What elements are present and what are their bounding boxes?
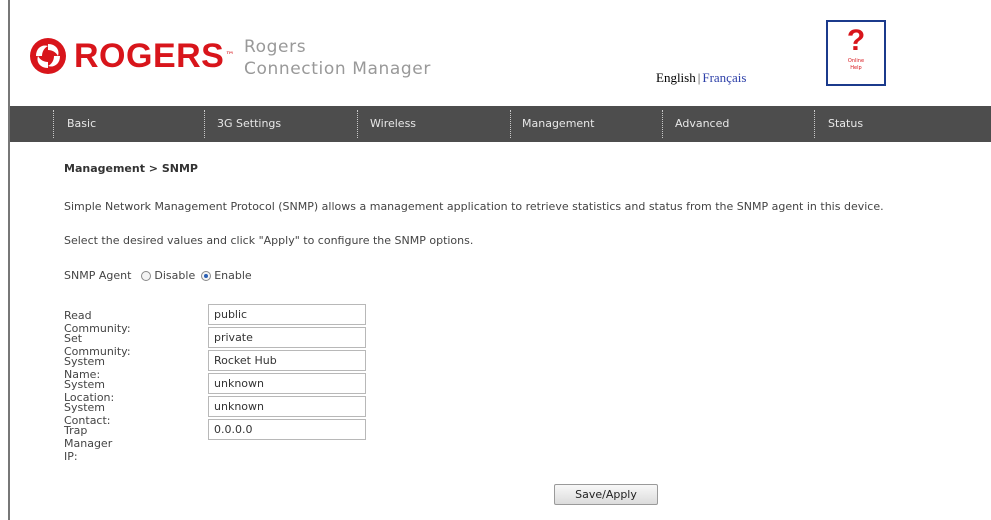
lang-french-link[interactable]: Français — [702, 70, 746, 85]
set-community-input[interactable] — [208, 327, 366, 348]
nav-separator — [53, 110, 55, 138]
header: ROGERS ™ Rogers Connection Manager Englis… — [10, 0, 991, 100]
product-name: Rogers Connection Manager — [244, 36, 431, 80]
save-apply-button[interactable]: Save/Apply — [554, 484, 658, 505]
nav-item-basic[interactable]: Basic — [67, 106, 96, 142]
brand-name: ROGERS — [74, 37, 225, 75]
help-label-line2: Help — [850, 65, 862, 71]
nav-separator — [357, 110, 359, 138]
product-name-line1: Rogers — [244, 37, 307, 57]
snmp-agent-row: SNMP Agent Disable Enable — [64, 269, 258, 282]
help-question-icon: ? — [846, 24, 866, 57]
nav-item-3g-settings[interactable]: 3G Settings — [217, 106, 281, 142]
nav-separator — [662, 110, 664, 138]
page-title: Management > SNMP — [64, 162, 198, 175]
language-switcher: English | Français — [656, 70, 746, 86]
trap-manager-ip-label: Trap Manager IP: — [64, 424, 113, 463]
nav-separator — [204, 110, 206, 138]
nav-item-wireless[interactable]: Wireless — [370, 106, 416, 142]
online-help-button[interactable]: ? Online Help — [826, 20, 886, 86]
rogers-logo[interactable]: ROGERS ™ — [28, 36, 234, 76]
help-label-line1: Online — [847, 58, 865, 64]
snmp-enable-label[interactable]: Enable — [214, 269, 251, 282]
main-nav: Basic 3G Settings Wireless Management Ad… — [10, 106, 991, 142]
nav-item-management[interactable]: Management — [522, 106, 594, 142]
brand-tm: ™ — [225, 51, 235, 61]
page-instruction: Select the desired values and click "App… — [64, 234, 474, 247]
lang-separator: | — [697, 70, 701, 85]
read-community-input[interactable] — [208, 304, 366, 325]
trap-manager-ip-input[interactable] — [208, 419, 366, 440]
nav-item-advanced[interactable]: Advanced — [675, 106, 729, 142]
page-description: Simple Network Management Protocol (SNMP… — [64, 200, 884, 213]
nav-item-status[interactable]: Status — [828, 106, 863, 142]
nav-separator — [814, 110, 816, 138]
snmp-enable-radio[interactable] — [201, 270, 212, 281]
main-content: Management > SNMP Simple Network Managem… — [64, 162, 984, 463]
snmp-agent-label: SNMP Agent — [64, 269, 132, 282]
system-contact-input[interactable] — [208, 396, 366, 417]
product-name-line2: Connection Manager — [244, 59, 431, 79]
snmp-disable-radio[interactable] — [141, 270, 152, 281]
lang-english-link[interactable]: English — [656, 70, 696, 85]
system-name-input[interactable] — [208, 350, 366, 371]
nav-separator — [510, 110, 512, 138]
system-location-input[interactable] — [208, 373, 366, 394]
snmp-disable-label[interactable]: Disable — [154, 269, 195, 282]
rogers-logo-icon — [30, 38, 66, 74]
